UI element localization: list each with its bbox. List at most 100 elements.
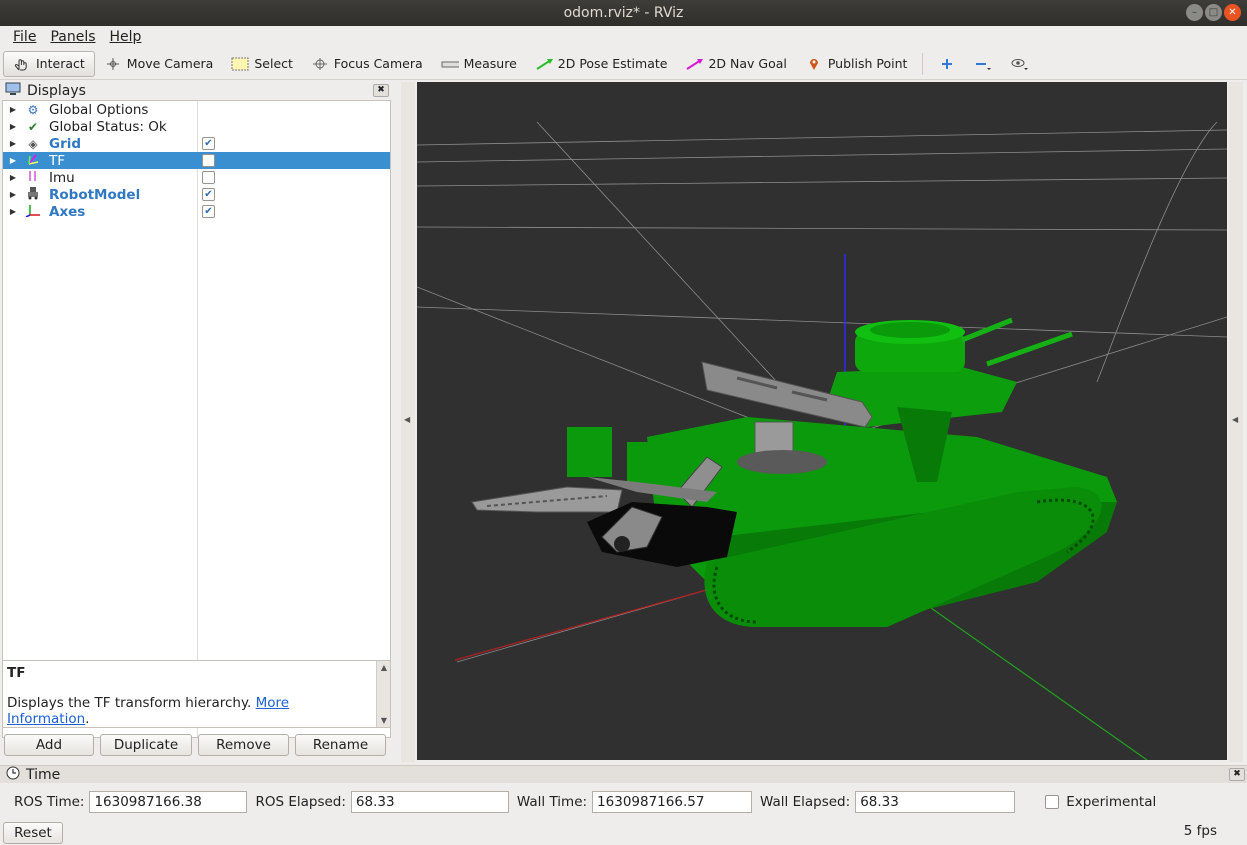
measure-label: Measure <box>463 56 517 71</box>
select-tool-button[interactable]: Select <box>222 51 302 77</box>
display-row-imu[interactable]: ▶ Imu <box>3 169 390 186</box>
ros-time-field[interactable]: 1630987166.38 <box>89 791 248 813</box>
move-camera-label: Move Camera <box>126 56 214 71</box>
publish-point-tool-button[interactable]: Publish Point <box>796 51 917 77</box>
wall-time-label: Wall Time: <box>516 794 588 810</box>
robotmodel-enabled-checkbox[interactable]: ✔ <box>202 188 215 201</box>
displays-tree: ▶ ⚙ Global Options ▶ ✔ Global Status: Ok… <box>2 100 391 738</box>
display-row-robotmodel[interactable]: ▶ RobotModel ✔ <box>3 186 390 203</box>
x-axis-line <box>454 586 718 661</box>
description-scrollbar[interactable]: ▲ ▼ <box>376 661 390 727</box>
time-panel-header: Time ✖ <box>0 765 1247 783</box>
time-fields: ROS Time: 1630987166.38 ROS Elapsed: 68.… <box>0 790 1247 814</box>
expand-arrow-icon[interactable]: ▶ <box>3 207 23 216</box>
left-dock-handle[interactable]: ◀ <box>401 82 415 762</box>
render-viewport[interactable] <box>417 82 1227 760</box>
expand-arrow-icon[interactable]: ▶ <box>3 139 23 148</box>
remove-display-button[interactable]: Remove <box>198 734 289 756</box>
description-text: Displays the TF transform hierarchy. Mor… <box>7 695 372 727</box>
focus-camera-tool-button[interactable]: Focus Camera <box>302 51 432 77</box>
window-title: odom.rviz* - RViz <box>563 5 684 21</box>
collapse-left-icon: ◀ <box>404 415 411 424</box>
view-options-button[interactable] <box>1001 51 1037 77</box>
display-row-tf[interactable]: ▶ TF <box>3 152 390 169</box>
menu-help-label: Help <box>109 29 142 45</box>
display-row-global-status[interactable]: ▶ ✔ Global Status: Ok <box>3 118 390 135</box>
robot-icon <box>23 186 43 203</box>
display-row-global-options[interactable]: ▶ ⚙ Global Options <box>3 101 390 118</box>
menu-panels[interactable]: Panels <box>43 29 102 45</box>
maximize-button[interactable]: □ <box>1205 4 1222 21</box>
right-dock-handle[interactable]: ◀ <box>1229 82 1243 762</box>
minus-icon <box>974 57 992 71</box>
fps-indicator: 5 fps <box>1183 823 1217 839</box>
menu-help[interactable]: Help <box>103 29 149 45</box>
plus-icon <box>938 57 956 71</box>
grid-icon: ◈ <box>28 136 38 151</box>
green-arrow-icon <box>535 57 553 71</box>
expand-arrow-icon[interactable]: ▶ <box>3 190 23 199</box>
experimental-checkbox[interactable] <box>1045 795 1060 809</box>
menu-panels-label: Panels <box>50 29 96 45</box>
status-bar: Reset 5 fps <box>0 821 1247 845</box>
hand-pointer-icon <box>13 57 31 71</box>
robot-model <box>471 317 1117 627</box>
displays-title: Displays <box>27 83 86 99</box>
display-row-grid[interactable]: ▶ ◈ Grid ✔ <box>3 135 390 152</box>
measure-tool-button[interactable]: Measure <box>432 51 526 77</box>
select-label: Select <box>254 56 293 71</box>
tf-enabled-checkbox[interactable] <box>202 154 215 167</box>
display-description-box: TF Displays the TF transform hierarchy. … <box>2 660 391 728</box>
close-time-panel-button[interactable]: ✖ <box>1229 768 1245 781</box>
imu-enabled-checkbox[interactable] <box>202 171 215 184</box>
interact-tool-button[interactable]: Interact <box>3 50 95 77</box>
wall-time-field[interactable]: 1630987166.57 <box>592 791 753 813</box>
menu-file[interactable]: File <box>6 29 43 45</box>
time-panel-title: Time <box>26 766 61 783</box>
select-box-icon <box>231 57 249 71</box>
ruler-icon <box>441 57 459 71</box>
pose-estimate-tool-button[interactable]: 2D Pose Estimate <box>526 51 677 77</box>
imu-icon <box>23 169 43 186</box>
window-controls: – □ ✕ <box>1186 4 1241 21</box>
publish-point-label: Publish Point <box>827 56 908 71</box>
window-titlebar: odom.rviz* - RViz – □ ✕ <box>0 0 1247 26</box>
scroll-down-icon[interactable]: ▼ <box>377 716 391 725</box>
close-panel-button[interactable]: ✖ <box>373 84 389 97</box>
displays-panel-header: Displays ✖ <box>2 82 391 100</box>
display-row-axes[interactable]: ▶ Axes ✔ <box>3 203 390 220</box>
expand-arrow-icon[interactable]: ▶ <box>3 156 23 165</box>
map-pin-icon <box>805 57 823 71</box>
close-window-button[interactable]: ✕ <box>1224 4 1241 21</box>
description-title: TF <box>7 665 26 681</box>
ros-elapsed-field[interactable]: 68.33 <box>350 791 509 813</box>
ros-elapsed-label: ROS Elapsed: <box>255 794 346 810</box>
displays-panel: Displays ✖ ▶ ⚙ Global Options ▶ ✔ Global… <box>2 82 391 762</box>
expand-arrow-icon[interactable]: ▶ <box>3 173 23 182</box>
reset-button[interactable]: Reset <box>3 822 63 844</box>
wall-elapsed-field[interactable]: 68.33 <box>855 791 1016 813</box>
monitor-icon <box>5 82 21 100</box>
interact-label: Interact <box>36 56 85 71</box>
scroll-up-icon[interactable]: ▲ <box>377 663 391 672</box>
add-display-button[interactable]: Add <box>4 734 94 756</box>
axes-enabled-checkbox[interactable]: ✔ <box>202 205 215 218</box>
eye-icon <box>1010 57 1029 71</box>
experimental-label: Experimental <box>1066 794 1157 810</box>
nav-goal-tool-button[interactable]: 2D Nav Goal <box>676 51 795 77</box>
remove-tool-button[interactable] <box>965 51 1001 77</box>
add-tool-button[interactable] <box>929 51 965 77</box>
nav-goal-label: 2D Nav Goal <box>708 56 787 71</box>
menu-bar: File Panels Help <box>0 26 1247 48</box>
checkmark-icon: ✔ <box>27 119 39 134</box>
minimize-button[interactable]: – <box>1186 4 1203 21</box>
expand-arrow-icon[interactable]: ▶ <box>3 122 23 131</box>
expand-right-icon: ◀ <box>1232 415 1239 424</box>
move-camera-tool-button[interactable]: Move Camera <box>95 51 223 77</box>
duplicate-display-button[interactable]: Duplicate <box>100 734 192 756</box>
rename-display-button[interactable]: Rename <box>295 734 386 756</box>
grid-enabled-checkbox[interactable]: ✔ <box>202 137 215 150</box>
wall-elapsed-label: Wall Elapsed: <box>760 794 851 810</box>
scene-render <box>417 121 1227 760</box>
expand-arrow-icon[interactable]: ▶ <box>3 105 23 114</box>
